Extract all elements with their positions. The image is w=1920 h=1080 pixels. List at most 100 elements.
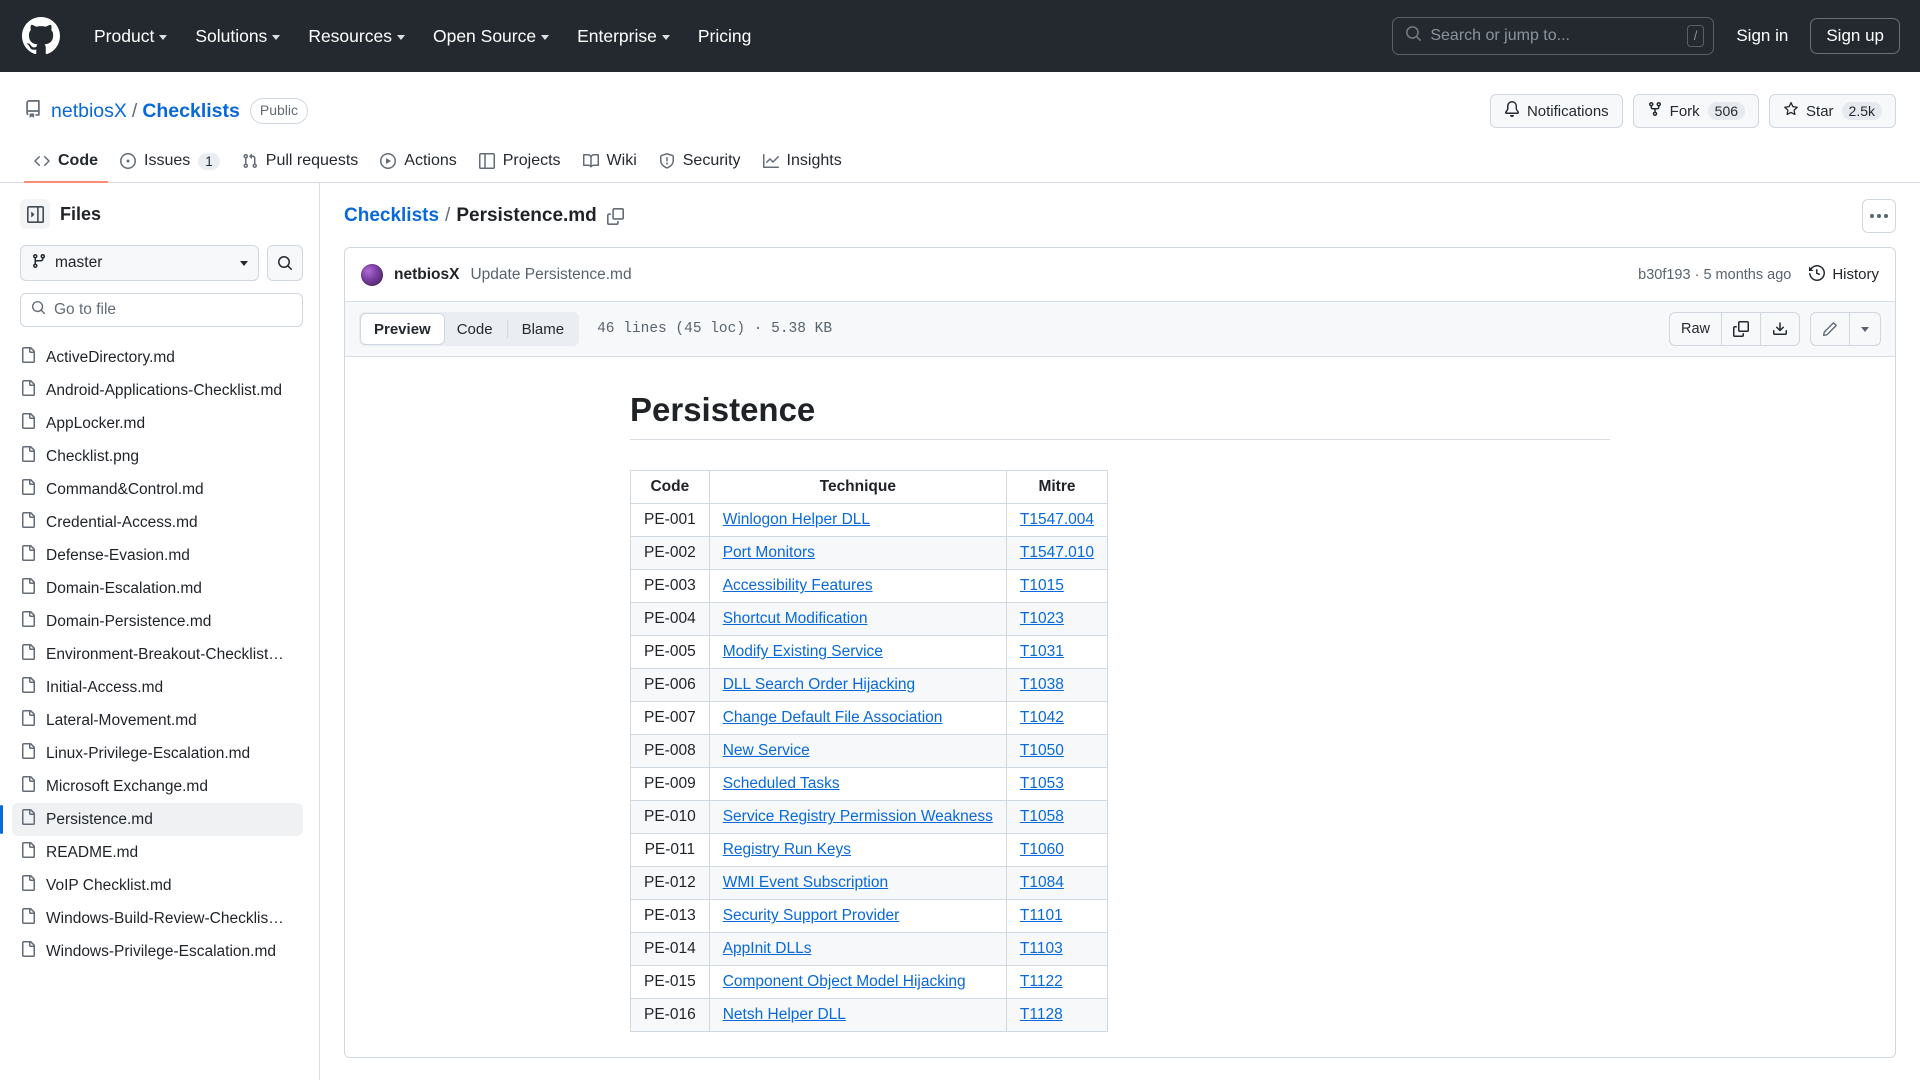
edit-dropdown-button[interactable]: [1850, 313, 1880, 345]
mitre-link[interactable]: T1122: [1020, 973, 1063, 990]
file-list-item[interactable]: VoIP Checklist.md: [12, 869, 303, 902]
repo-tab-actions[interactable]: Actions: [370, 144, 466, 183]
file-list-item[interactable]: Microsoft Exchange.md: [12, 770, 303, 803]
technique-link[interactable]: Component Object Model Hijacking: [723, 973, 966, 990]
star-button[interactable]: Star 2.5k: [1769, 94, 1896, 128]
technique-link[interactable]: Security Support Provider: [723, 907, 900, 924]
mitre-link[interactable]: T1042: [1020, 709, 1064, 726]
global-nav-item-resources[interactable]: Resources: [294, 18, 419, 55]
repo-tab-code[interactable]: Code: [24, 144, 108, 183]
pencil-icon[interactable]: [1811, 313, 1850, 345]
copy-icon[interactable]: [1722, 313, 1761, 345]
technique-link[interactable]: DLL Search Order Hijacking: [723, 676, 915, 693]
file-list-item[interactable]: Domain-Persistence.md: [12, 605, 303, 638]
repo-tab-security[interactable]: Security: [649, 144, 751, 183]
global-nav-item-solutions[interactable]: Solutions: [181, 18, 294, 55]
file-list-item[interactable]: ActiveDirectory.md: [12, 341, 303, 374]
fork-button[interactable]: Fork 506: [1632, 94, 1760, 128]
sign-in-link[interactable]: Sign in: [1728, 20, 1796, 52]
technique-link[interactable]: AppInit DLLs: [723, 940, 812, 957]
mitre-link[interactable]: T1023: [1020, 610, 1064, 627]
technique-link[interactable]: Shortcut Modification: [723, 610, 868, 627]
mitre-link[interactable]: T1547.010: [1020, 544, 1094, 561]
breadcrumb-separator: /: [445, 205, 451, 226]
notifications-button[interactable]: Notifications: [1489, 94, 1623, 128]
repo-tab-wiki[interactable]: Wiki: [573, 144, 647, 183]
file-list-item[interactable]: Persistence.md: [0, 803, 303, 836]
file-list-item[interactable]: Lateral-Movement.md: [12, 704, 303, 737]
file-search-button[interactable]: [267, 245, 303, 281]
file-list-item[interactable]: Domain-Escalation.md: [12, 572, 303, 605]
technique-link[interactable]: Modify Existing Service: [723, 643, 883, 660]
breadcrumb-repo-link[interactable]: Checklists: [344, 205, 439, 227]
history-link[interactable]: History: [1809, 264, 1879, 285]
avatar[interactable]: [361, 263, 383, 286]
commit-author[interactable]: netbiosX: [394, 266, 459, 284]
technique-link[interactable]: Change Default File Association: [723, 709, 943, 726]
repo-owner-link[interactable]: netbiosX: [51, 100, 127, 123]
technique-link[interactable]: Accessibility Features: [723, 577, 873, 594]
technique-link[interactable]: WMI Event Subscription: [723, 874, 888, 891]
file-list-item[interactable]: Windows-Privilege-Escalation.md: [12, 935, 303, 968]
go-to-file-input[interactable]: Go to file: [20, 293, 303, 327]
cell-code: PE-014: [630, 932, 710, 967]
copy-path-icon[interactable]: [606, 207, 624, 225]
repo-name-link[interactable]: Checklists: [142, 100, 240, 123]
sidebar-collapse-icon[interactable]: [20, 199, 50, 229]
file-list-item[interactable]: Credential-Access.md: [12, 506, 303, 539]
repo-tab-issues[interactable]: Issues 1: [110, 144, 230, 183]
global-nav-item-enterprise[interactable]: Enterprise: [563, 18, 684, 55]
sign-up-button[interactable]: Sign up: [1810, 18, 1900, 54]
file-list-item[interactable]: Windows-Build-Review-Checklis…: [12, 902, 303, 935]
mitre-link[interactable]: T1103: [1020, 940, 1063, 957]
global-nav-item-open-source[interactable]: Open Source: [419, 18, 563, 55]
file-list-item[interactable]: Initial-Access.md: [12, 671, 303, 704]
file-icon: [20, 446, 36, 467]
repo-tab-insights[interactable]: Insights: [753, 144, 852, 183]
commit-message[interactable]: Update Persistence.md: [470, 266, 631, 284]
mitre-link[interactable]: T1547.004: [1020, 511, 1094, 528]
branch-selector[interactable]: master: [20, 245, 259, 281]
mitre-link[interactable]: T1050: [1020, 742, 1064, 759]
technique-link[interactable]: Port Monitors: [723, 544, 815, 561]
technique-link[interactable]: Netsh Helper DLL: [723, 1006, 846, 1023]
file-list-item[interactable]: Linux-Privilege-Escalation.md: [12, 737, 303, 770]
column-header-mitre: Mitre: [1005, 470, 1109, 505]
technique-link[interactable]: Scheduled Tasks: [723, 775, 840, 792]
repo-tab-pull-requests[interactable]: Pull requests: [232, 144, 369, 183]
file-list-item[interactable]: Checklist.png: [12, 440, 303, 473]
cell-technique: WMI Event Subscription: [708, 866, 1007, 901]
file-icon: [20, 413, 36, 434]
commit-sha[interactable]: b30f193: [1638, 267, 1690, 283]
file-list-item[interactable]: README.md: [12, 836, 303, 869]
mitre-link[interactable]: T1031: [1020, 643, 1064, 660]
file-list-item[interactable]: Command&Control.md: [12, 473, 303, 506]
mitre-link[interactable]: T1015: [1020, 577, 1064, 594]
file-list-item[interactable]: Environment-Breakout-Checklist…: [12, 638, 303, 671]
repo-tab-projects[interactable]: Projects: [469, 144, 571, 183]
mitre-link[interactable]: T1101: [1020, 907, 1063, 924]
file-list-item[interactable]: Defense-Evasion.md: [12, 539, 303, 572]
technique-link[interactable]: Registry Run Keys: [723, 841, 851, 858]
mitre-link[interactable]: T1128: [1020, 1006, 1063, 1023]
github-mark-icon[interactable]: [22, 17, 60, 55]
mitre-link[interactable]: T1053: [1020, 775, 1064, 792]
tab-blame[interactable]: Blame: [509, 314, 578, 344]
search-input[interactable]: Search or jump to... /: [1392, 17, 1715, 55]
download-icon[interactable]: [1761, 313, 1799, 345]
file-list-item[interactable]: Android-Applications-Checklist.md: [12, 374, 303, 407]
mitre-link[interactable]: T1058: [1020, 808, 1064, 825]
global-nav-item-product[interactable]: Product: [80, 18, 181, 55]
mitre-link[interactable]: T1060: [1020, 841, 1064, 858]
technique-link[interactable]: Service Registry Permission Weakness: [723, 808, 993, 825]
file-list-item[interactable]: AppLocker.md: [12, 407, 303, 440]
technique-link[interactable]: Winlogon Helper DLL: [723, 511, 870, 528]
technique-link[interactable]: New Service: [723, 742, 810, 759]
mitre-link[interactable]: T1084: [1020, 874, 1064, 891]
mitre-link[interactable]: T1038: [1020, 676, 1064, 693]
tab-code[interactable]: Code: [444, 314, 506, 344]
global-nav-item-pricing[interactable]: Pricing: [684, 18, 766, 55]
raw-button[interactable]: Raw: [1670, 313, 1722, 345]
tab-preview[interactable]: Preview: [361, 314, 444, 344]
kebab-horizontal-icon[interactable]: [1862, 199, 1896, 233]
